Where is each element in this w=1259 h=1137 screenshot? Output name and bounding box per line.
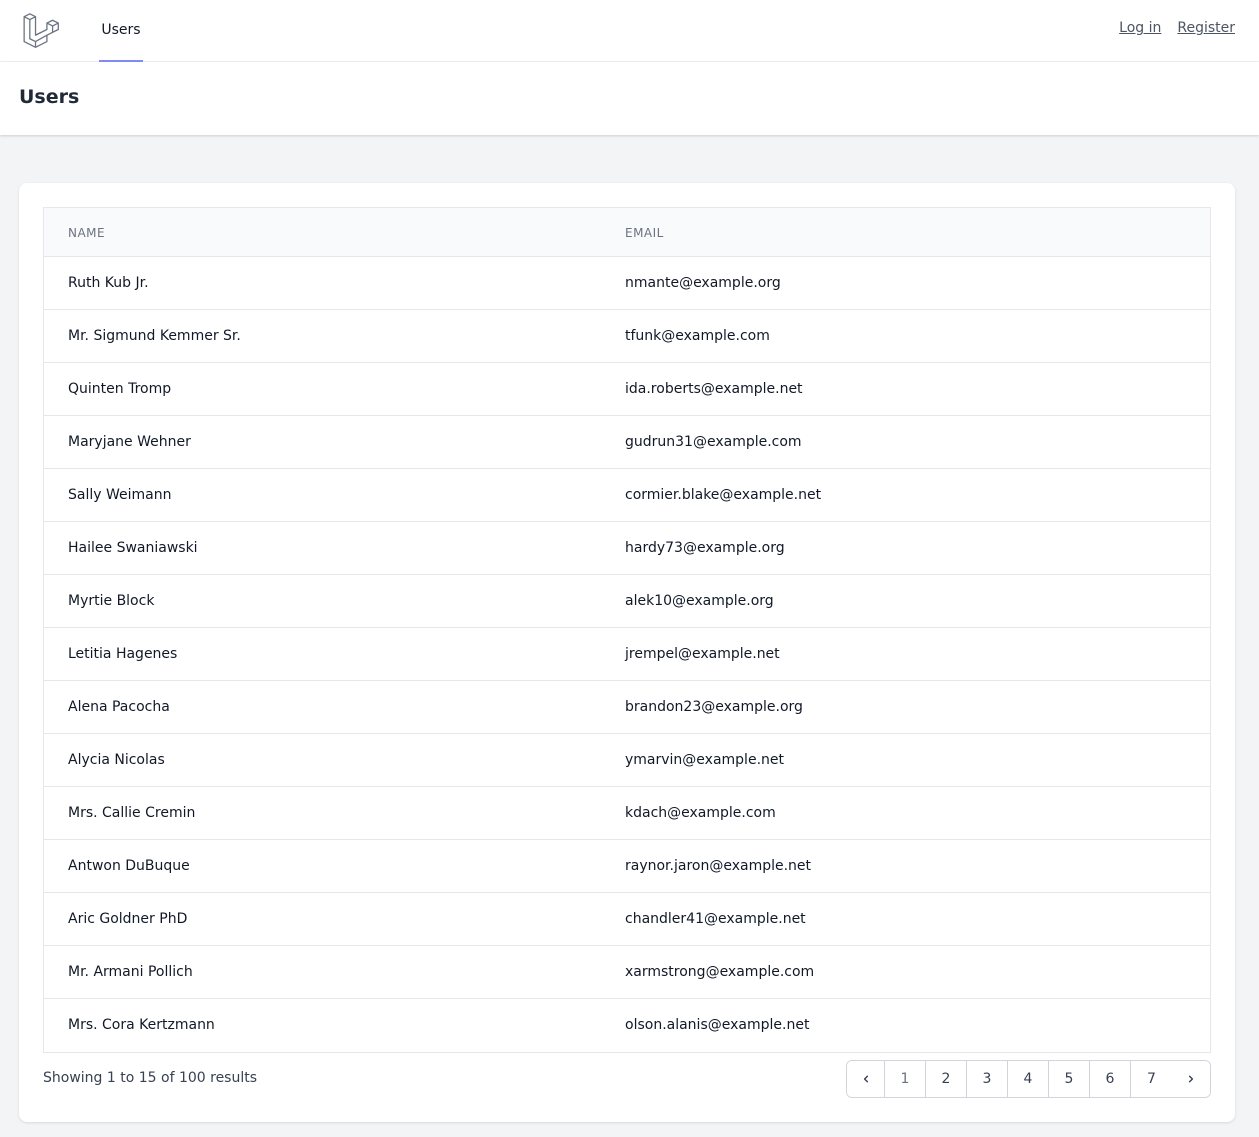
table-row: Mrs. Callie Cremin kdach@example.com: [44, 787, 1210, 840]
page-number-list: 1234567: [885, 1061, 1172, 1097]
column-header-email: Email: [625, 226, 664, 240]
table-row: Letitia Hagenes jrempel@example.net: [44, 628, 1210, 681]
users-table: Name Email Ruth Kub Jr. nmante@example.or…: [43, 207, 1211, 1053]
user-email: cormier.blake@example.net: [625, 487, 822, 503]
user-email: ymarvin@example.net: [625, 752, 784, 768]
users-card: Name Email Ruth Kub Jr. nmante@example.or…: [19, 183, 1235, 1122]
page-button-7[interactable]: 7: [1131, 1061, 1172, 1097]
table-row: Mr. Sigmund Kemmer Sr. tfunk@example.com: [44, 310, 1210, 363]
auth-links: Log in Register: [1119, 20, 1235, 36]
user-name: Alycia Nicolas: [68, 752, 165, 768]
table-row: Mrs. Cora Kertzmann olson.alanis@example.…: [44, 999, 1210, 1052]
page-header: Users: [0, 62, 1259, 135]
table-body: Ruth Kub Jr. nmante@example.org Mr. Sigmun…: [44, 257, 1210, 1052]
top-navigation: Users Log in Register: [0, 0, 1259, 62]
user-name: Sally Weimann: [68, 487, 172, 503]
user-email: gudrun31@example.com: [625, 434, 802, 450]
user-name: Mrs. Cora Kertzmann: [68, 1017, 215, 1033]
user-email: alek10@example.org: [625, 593, 774, 609]
user-name: Maryjane Wehner: [68, 434, 191, 450]
pagination: 1234567: [846, 1060, 1211, 1098]
table-row: Antwon DuBuque raynor.jaron@example.net: [44, 840, 1210, 893]
user-email: jrempel@example.net: [625, 646, 780, 662]
user-email: ida.roberts@example.net: [625, 381, 803, 397]
page-button-5[interactable]: 5: [1049, 1061, 1090, 1097]
table-row: Alena Pacocha brandon23@example.org: [44, 681, 1210, 734]
user-name: Mr. Armani Pollich: [68, 964, 193, 980]
table-row: Aric Goldner PhD chandler41@example.net: [44, 893, 1210, 946]
table-header: Name Email: [44, 208, 1210, 257]
page-button-4[interactable]: 4: [1008, 1061, 1049, 1097]
user-name: Quinten Tromp: [68, 381, 172, 397]
table-row: Mr. Armani Pollich xarmstrong@example.com: [44, 946, 1210, 999]
results-summary: Showing 1 to 15 of 100 results: [43, 1070, 258, 1086]
table-row: Maryjane Wehner gudrun31@example.com: [44, 416, 1210, 469]
user-email: xarmstrong@example.com: [625, 964, 815, 980]
chevron-right-icon: [1188, 1075, 1194, 1083]
page-button-6[interactable]: 6: [1090, 1061, 1131, 1097]
user-name: Ruth Kub Jr.: [68, 275, 149, 291]
user-email: raynor.jaron@example.net: [625, 858, 812, 874]
user-name: Mr. Sigmund Kemmer Sr.: [68, 328, 241, 344]
table-row: Ruth Kub Jr. nmante@example.org: [44, 257, 1210, 310]
user-name: Alena Pacocha: [68, 699, 170, 715]
table-row: Quinten Tromp ida.roberts@example.net: [44, 363, 1210, 416]
login-link[interactable]: Log in: [1119, 20, 1161, 36]
user-name: Aric Goldner PhD: [68, 911, 188, 927]
user-email: olson.alanis@example.net: [625, 1017, 810, 1033]
user-email: hardy73@example.org: [625, 540, 785, 556]
user-name: Mrs. Callie Cremin: [68, 805, 196, 821]
laravel-logo-icon[interactable]: [22, 11, 59, 48]
page-button-1: 1: [885, 1061, 926, 1097]
table-row: Myrtie Block alek10@example.org: [44, 575, 1210, 628]
column-header-name: Name: [68, 226, 106, 240]
user-email: tfunk@example.com: [625, 328, 770, 344]
register-link[interactable]: Register: [1177, 20, 1235, 36]
user-email: kdach@example.com: [625, 805, 776, 821]
table-row: Hailee Swaniawski hardy73@example.org: [44, 522, 1210, 575]
table-row: Sally Weimann cormier.blake@example.net: [44, 469, 1210, 522]
user-name: Myrtie Block: [68, 593, 155, 609]
page-button-3[interactable]: 3: [967, 1061, 1008, 1097]
user-name: Hailee Swaniawski: [68, 540, 198, 556]
chevron-left-icon: [863, 1075, 868, 1083]
page-title: Users: [19, 86, 80, 108]
user-name: Letitia Hagenes: [68, 646, 178, 662]
table-row: Alycia Nicolas ymarvin@example.net: [44, 734, 1210, 787]
user-email: nmante@example.org: [625, 275, 781, 291]
user-email: brandon23@example.org: [625, 699, 803, 715]
user-name: Antwon DuBuque: [68, 858, 190, 874]
page-button-2[interactable]: 2: [926, 1061, 967, 1097]
previous-page-button[interactable]: [847, 1061, 885, 1097]
user-email: chandler41@example.net: [625, 911, 806, 927]
nav-link-users[interactable]: Users: [99, 0, 143, 62]
next-page-button[interactable]: [1172, 1061, 1210, 1097]
